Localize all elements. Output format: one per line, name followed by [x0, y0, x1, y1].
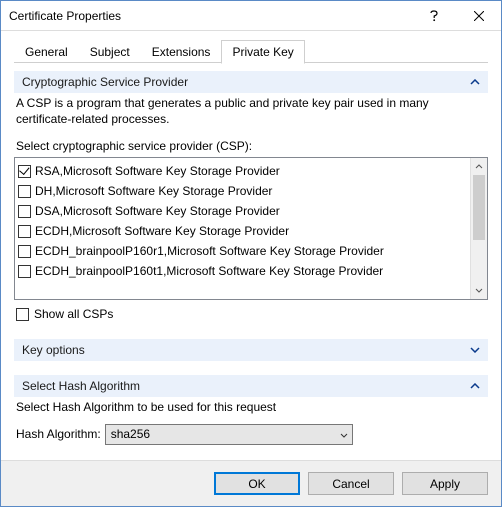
csp-listbox[interactable]: RSA,Microsoft Software Key Storage Provi… — [14, 157, 488, 300]
content-area: General Subject Extensions Private Key C… — [1, 31, 501, 460]
list-item[interactable]: ECDH_brainpoolP160r1,Microsoft Software … — [18, 241, 467, 261]
key-options-section-header[interactable]: Key options — [14, 339, 488, 361]
dialog-window: Certificate Properties General Subject E… — [0, 0, 502, 507]
ok-button[interactable]: OK — [214, 472, 300, 495]
list-item[interactable]: DH,Microsoft Software Key Storage Provid… — [18, 181, 467, 201]
vertical-scrollbar[interactable] — [470, 158, 487, 299]
tab-extensions[interactable]: Extensions — [141, 40, 222, 63]
csp-section-title: Cryptographic Service Provider — [22, 75, 188, 89]
csp-item-label: DH,Microsoft Software Key Storage Provid… — [35, 182, 272, 200]
csp-list-items: RSA,Microsoft Software Key Storage Provi… — [15, 158, 470, 299]
hash-section-title: Select Hash Algorithm — [22, 379, 140, 393]
csp-select-label: Select cryptographic service provider (C… — [14, 131, 488, 157]
help-icon — [429, 10, 439, 22]
chevron-up-icon — [475, 164, 483, 169]
tab-general[interactable]: General — [14, 40, 79, 63]
help-button[interactable] — [411, 1, 456, 30]
hash-section-header[interactable]: Select Hash Algorithm — [14, 375, 488, 397]
scroll-down-button[interactable] — [471, 282, 487, 299]
checkbox-icon[interactable] — [18, 165, 31, 178]
hash-row: Hash Algorithm: sha256 — [14, 420, 488, 445]
close-button[interactable] — [456, 1, 501, 30]
checkbox-icon[interactable] — [18, 245, 31, 258]
checkbox-icon[interactable] — [18, 185, 31, 198]
tab-private-key[interactable]: Private Key — [221, 40, 304, 64]
tab-body: Cryptographic Service Provider A CSP is … — [14, 63, 488, 452]
chevron-up-icon — [470, 381, 480, 391]
checkbox-icon[interactable] — [18, 265, 31, 278]
csp-section-header[interactable]: Cryptographic Service Provider — [14, 71, 488, 93]
tab-subject[interactable]: Subject — [79, 40, 141, 63]
show-all-checkbox[interactable] — [16, 308, 29, 321]
cancel-button[interactable]: Cancel — [308, 472, 394, 495]
show-all-label[interactable]: Show all CSPs — [34, 307, 113, 321]
csp-item-label: ECDH_brainpoolP160r1,Microsoft Software … — [35, 242, 384, 260]
hash-algorithm-combo[interactable]: sha256 — [105, 424, 353, 445]
chevron-up-icon — [470, 77, 480, 87]
tab-strip: General Subject Extensions Private Key — [14, 39, 488, 63]
list-item[interactable]: ECDH,Microsoft Software Key Storage Prov… — [18, 221, 467, 241]
scroll-thumb[interactable] — [473, 175, 485, 240]
hash-value: sha256 — [111, 427, 150, 441]
chevron-down-icon — [340, 427, 348, 441]
chevron-down-icon — [470, 345, 480, 355]
dialog-button-row: OK Cancel Apply — [1, 460, 501, 506]
scroll-up-button[interactable] — [471, 158, 487, 175]
titlebar: Certificate Properties — [1, 1, 501, 31]
close-icon — [474, 11, 484, 21]
checkbox-icon[interactable] — [18, 225, 31, 238]
hash-label: Hash Algorithm: — [16, 427, 101, 441]
list-item[interactable]: ECDH_brainpoolP160t1,Microsoft Software … — [18, 261, 467, 281]
csp-item-label: ECDH,Microsoft Software Key Storage Prov… — [35, 222, 289, 240]
csp-item-label: RSA,Microsoft Software Key Storage Provi… — [35, 162, 280, 180]
checkbox-icon[interactable] — [18, 205, 31, 218]
show-all-csps-row: Show all CSPs — [14, 300, 488, 325]
chevron-down-icon — [475, 288, 483, 293]
list-item[interactable]: RSA,Microsoft Software Key Storage Provi… — [18, 161, 467, 181]
apply-button[interactable]: Apply — [402, 472, 488, 495]
csp-item-label: ECDH_brainpoolP160t1,Microsoft Software … — [35, 262, 383, 280]
list-item[interactable]: DSA,Microsoft Software Key Storage Provi… — [18, 201, 467, 221]
csp-item-label: DSA,Microsoft Software Key Storage Provi… — [35, 202, 280, 220]
key-options-title: Key options — [22, 343, 85, 357]
hash-description: Select Hash Algorithm to be used for thi… — [14, 397, 488, 419]
window-title: Certificate Properties — [1, 9, 411, 23]
csp-description: A CSP is a program that generates a publ… — [14, 93, 488, 131]
scroll-track[interactable] — [471, 175, 487, 282]
